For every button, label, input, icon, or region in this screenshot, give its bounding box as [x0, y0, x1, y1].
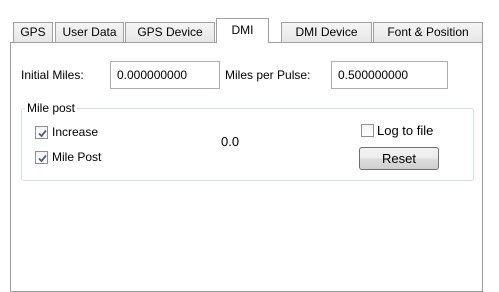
mile-post-checkbox[interactable] [35, 151, 48, 164]
tab-font-position[interactable]: Font & Position [373, 22, 483, 42]
mile-post-checkbox-label[interactable]: Mile Post [52, 150, 101, 164]
tab-strip: GPS User Data GPS Device DMI DMI Device … [13, 18, 483, 43]
settings-dialog: GPS User Data GPS Device DMI DMI Device … [0, 0, 499, 292]
miles-per-pulse-label: Miles per Pulse: [225, 68, 311, 82]
mile-post-group [21, 108, 474, 181]
mile-post-group-title: Mile post [25, 101, 78, 115]
tab-gps-device[interactable]: GPS Device [125, 22, 215, 42]
initial-miles-input[interactable]: 0.000000000 [110, 61, 220, 89]
tab-user-data[interactable]: User Data [55, 22, 124, 42]
tab-dmi[interactable]: DMI [216, 18, 269, 43]
log-to-file-label[interactable]: Log to file [377, 123, 433, 138]
tab-dmi-device[interactable]: DMI Device [281, 22, 372, 42]
dmi-tab-panel: Initial Miles: 0.000000000 Miles per Pul… [10, 42, 483, 292]
initial-miles-label: Initial Miles: [21, 68, 84, 82]
reset-button[interactable]: Reset [359, 147, 439, 170]
log-to-file-checkbox[interactable] [361, 124, 374, 137]
checkmark-icon [38, 129, 47, 138]
miles-per-pulse-input[interactable]: 0.500000000 [331, 61, 448, 89]
checkmark-icon [38, 154, 47, 163]
mile-post-value: 0.0 [221, 134, 240, 149]
increase-checkbox[interactable] [35, 126, 48, 139]
increase-label[interactable]: Increase [52, 125, 98, 139]
tab-gps[interactable]: GPS [13, 22, 53, 42]
